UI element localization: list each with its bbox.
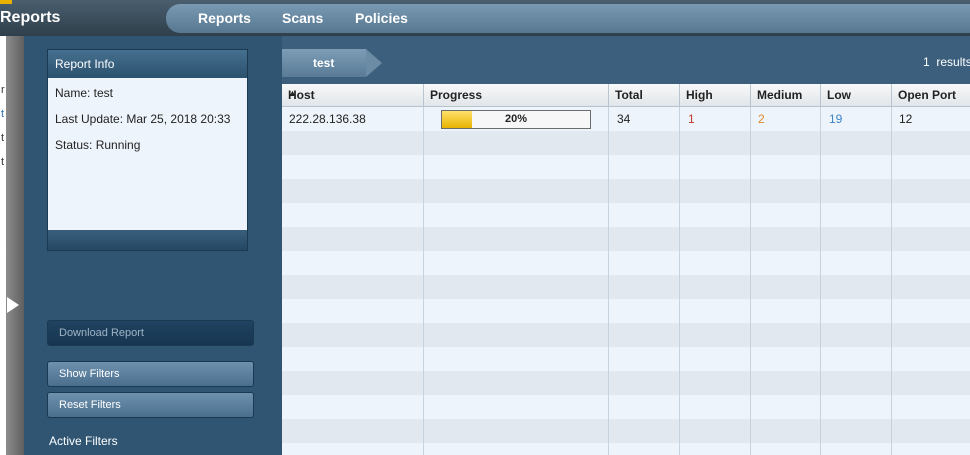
- column-header-total[interactable]: Total: [609, 84, 680, 106]
- results-count: 1 results: [923, 55, 970, 69]
- background-text-fragment: t: [1, 108, 5, 120]
- table-row: [282, 419, 970, 443]
- breadcrumb-arrow: [366, 49, 382, 77]
- background-text-fragment: r: [1, 84, 5, 96]
- background-text-fragment: t: [1, 132, 5, 144]
- table-row: [282, 203, 970, 227]
- download-report-label: Download Report: [59, 327, 144, 339]
- table-row: [282, 395, 970, 419]
- side-panel-toggle-bar[interactable]: [6, 36, 24, 455]
- table-row: [282, 155, 970, 179]
- table-header: Host ▲ Progress Total High Medium Low Ope…: [282, 84, 970, 107]
- column-divider: [679, 107, 680, 455]
- column-header-host[interactable]: Host ▲: [282, 84, 424, 106]
- report-info-panel: Report Info Name: test Last Update: Mar …: [47, 49, 248, 251]
- cell-medium: 2: [758, 112, 765, 126]
- table-row: [282, 227, 970, 251]
- column-header-low[interactable]: Low: [821, 84, 892, 106]
- nav-policies[interactable]: Policies: [355, 10, 408, 26]
- breadcrumb-label: test: [313, 56, 335, 70]
- nav-scans[interactable]: Scans: [282, 10, 323, 26]
- results-table: Host ▲ Progress Total High Medium Low Ope…: [282, 84, 970, 455]
- table-row: [282, 443, 970, 455]
- table-row: [282, 275, 970, 299]
- download-report-button[interactable]: Download Report: [47, 320, 254, 346]
- active-filters-heading: Active Filters: [49, 434, 118, 448]
- table-row: [282, 251, 970, 275]
- reset-filters-button[interactable]: Reset Filters: [47, 392, 254, 418]
- report-status: Status: Running: [55, 138, 141, 152]
- report-info-header: Report Info: [48, 50, 247, 78]
- cell-total: 34: [617, 112, 631, 126]
- column-header-high[interactable]: High: [680, 84, 751, 106]
- table-row: [282, 299, 970, 323]
- column-divider: [750, 107, 751, 455]
- report-info-footer: [48, 230, 247, 250]
- column-label: High: [686, 88, 713, 102]
- report-last-update: Last Update: Mar 25, 2018 20:33: [55, 112, 231, 126]
- results-label: results: [936, 55, 970, 69]
- column-header-medium[interactable]: Medium: [751, 84, 821, 106]
- column-label: Medium: [757, 88, 803, 102]
- nav-reports[interactable]: Reports: [198, 10, 251, 26]
- report-info-body: Name: test Last Update: Mar 25, 2018 20:…: [48, 78, 247, 230]
- column-label: Total: [615, 88, 643, 102]
- column-label: Open Port: [898, 88, 957, 102]
- cell-host[interactable]: 222.28.136.38: [289, 112, 366, 126]
- cell-high: 1: [688, 112, 695, 126]
- background-text-fragment: t: [1, 156, 5, 168]
- app-title: Reports: [0, 9, 61, 26]
- sort-ascending-icon: ▲: [288, 88, 297, 98]
- column-header-open-port[interactable]: Open Port: [892, 84, 970, 106]
- column-label: Low: [827, 88, 851, 102]
- column-divider: [891, 107, 892, 455]
- reset-filters-label: Reset Filters: [59, 399, 121, 411]
- report-info-title: Report Info: [55, 57, 115, 71]
- table-row: [282, 347, 970, 371]
- column-divider: [423, 107, 424, 455]
- table-row: [282, 131, 970, 155]
- column-divider: [608, 107, 609, 455]
- expand-panel-icon[interactable]: [7, 297, 19, 313]
- table-row: [282, 371, 970, 395]
- progress-bar: 20%: [441, 110, 591, 129]
- column-divider: [820, 107, 821, 455]
- table-row: [282, 179, 970, 203]
- cell-open-port: 12: [899, 112, 913, 126]
- cell-low: 19: [829, 112, 843, 126]
- show-filters-button[interactable]: Show Filters: [47, 361, 254, 387]
- results-number: 1: [923, 55, 930, 69]
- column-header-progress[interactable]: Progress: [424, 84, 609, 106]
- table-row: [282, 323, 970, 347]
- show-filters-label: Show Filters: [59, 368, 120, 380]
- progress-label: 20%: [504, 113, 528, 125]
- breadcrumb-scan[interactable]: test: [282, 49, 366, 77]
- brand-accent: [0, 0, 12, 4]
- column-label: Progress: [430, 88, 483, 102]
- report-name: Name: test: [55, 86, 114, 100]
